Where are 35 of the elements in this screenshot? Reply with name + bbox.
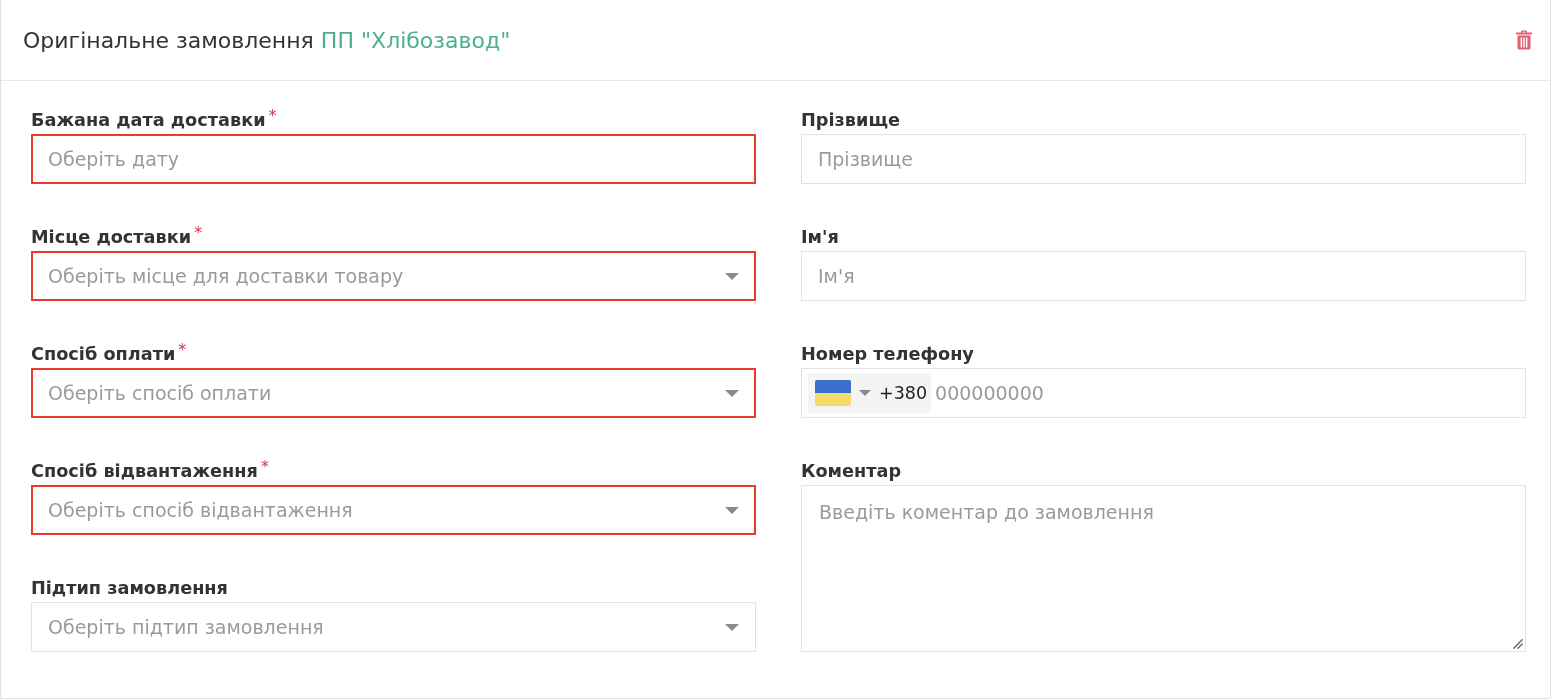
delete-button[interactable] <box>1516 30 1532 50</box>
dropdown-field[interactable]: Оберіть місце для доставки товару <box>31 251 756 301</box>
flag-icon <box>815 380 851 406</box>
dropdown-field[interactable]: Оберіть підтип замовлення <box>31 602 756 652</box>
field-label: Спосіб відвантаження <box>31 460 258 482</box>
dropdown-field[interactable]: Оберіть спосіб відвантаження <box>31 485 756 535</box>
field-label: Коментар <box>801 460 902 482</box>
field-label: Місце доставки <box>31 226 192 248</box>
text-field[interactable]: Ім'я <box>801 251 1526 301</box>
field-label: Бажана дата доставки <box>31 109 266 131</box>
phone-number-input[interactable]: 000000000 <box>935 373 1519 413</box>
caret-icon <box>725 272 739 280</box>
field-label: Ім'я <box>801 226 839 248</box>
field-label: Прізвище <box>801 109 900 131</box>
field-label: Номер телефону <box>801 343 974 365</box>
caret-icon <box>725 389 739 397</box>
order-title: Оригінальне замовлення <box>23 27 314 53</box>
company-link[interactable]: ПП "Хлібозавод" <box>320 27 511 53</box>
country-code-selector[interactable]: +380 <box>808 373 932 413</box>
required-asterisk: * <box>260 460 269 474</box>
field-label: Підтип замовлення <box>31 577 228 599</box>
resize-handle-icon[interactable] <box>1513 639 1523 649</box>
caret-icon <box>725 506 739 514</box>
field-label: Спосіб оплати <box>31 343 176 365</box>
caret-icon <box>859 390 871 396</box>
required-asterisk: * <box>268 109 277 123</box>
caret-icon <box>725 623 739 631</box>
date-field[interactable]: Оберіть дату <box>31 134 756 184</box>
text-field[interactable]: Прізвище <box>801 134 1526 184</box>
dropdown-field[interactable]: Оберіть спосіб оплати <box>31 368 756 418</box>
trash-icon <box>1516 30 1532 50</box>
comment-field[interactable]: Введіть коментар до замовлення <box>801 485 1526 652</box>
required-asterisk: * <box>194 226 203 240</box>
required-asterisk: * <box>178 343 187 357</box>
phone-field[interactable]: +380 000000000 <box>801 368 1526 418</box>
